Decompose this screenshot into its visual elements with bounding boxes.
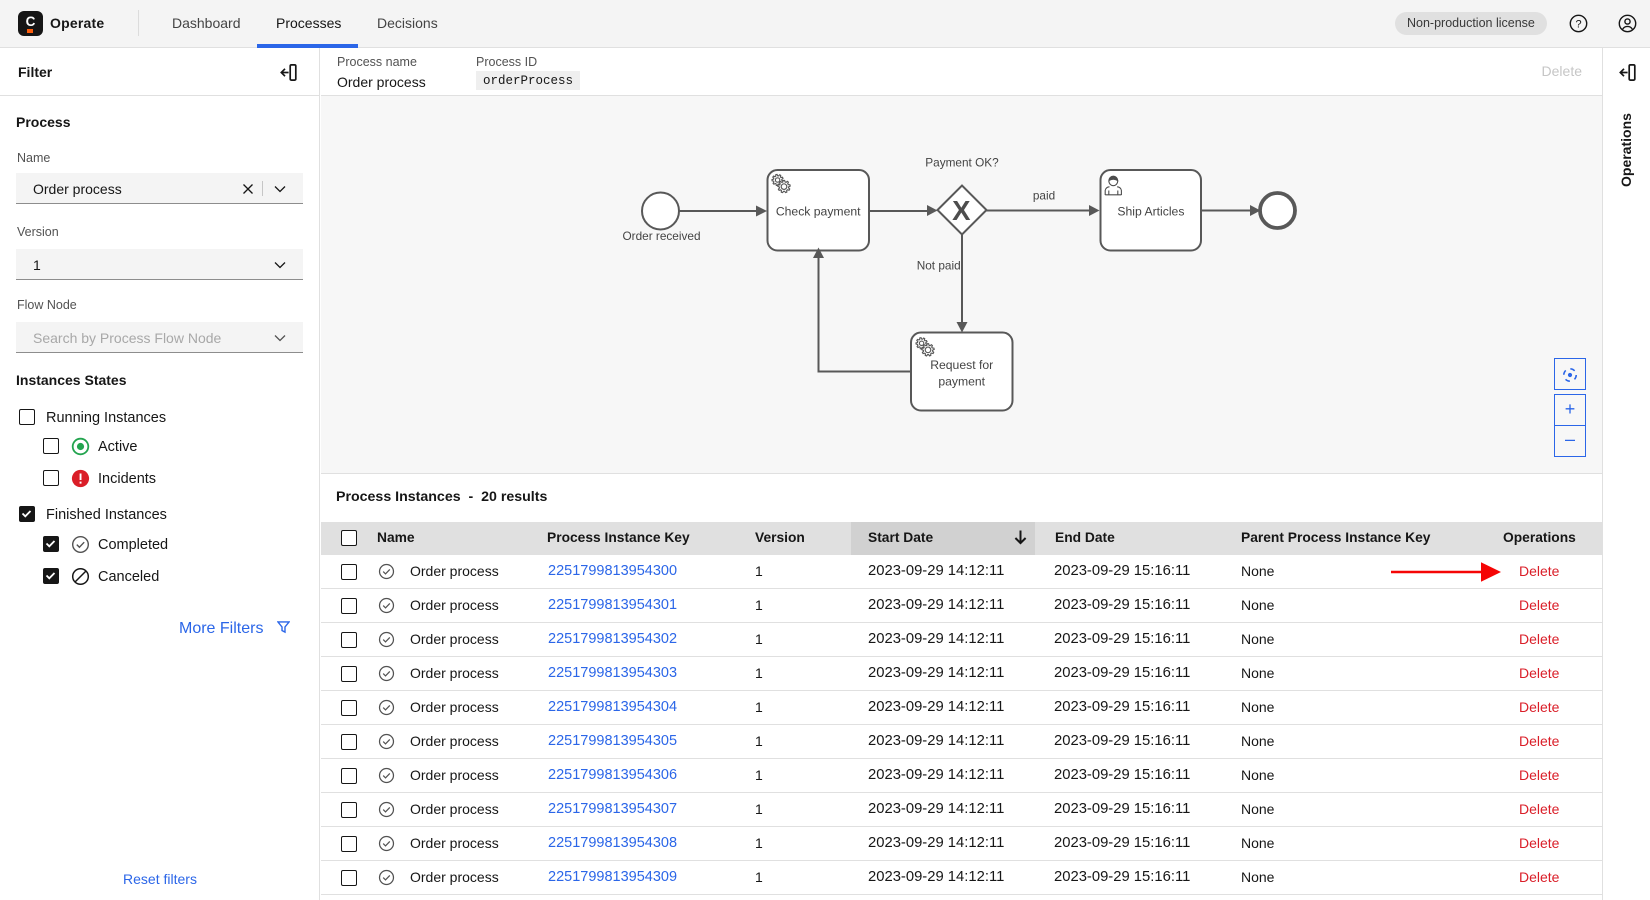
svg-text:payment: payment <box>938 375 985 389</box>
svg-text:Ship Articles: Ship Articles <box>1117 205 1184 219</box>
svg-text:X: X <box>952 195 971 226</box>
svg-text:Request for: Request for <box>930 358 993 372</box>
svg-text:Payment OK?: Payment OK? <box>925 156 999 170</box>
svg-text:Order received: Order received <box>622 229 700 243</box>
svg-text:Not paid: Not paid <box>917 259 961 273</box>
svg-text:Check payment: Check payment <box>776 205 861 219</box>
svg-text:?: ? <box>1575 18 1581 30</box>
svg-text:paid: paid <box>1033 189 1055 203</box>
